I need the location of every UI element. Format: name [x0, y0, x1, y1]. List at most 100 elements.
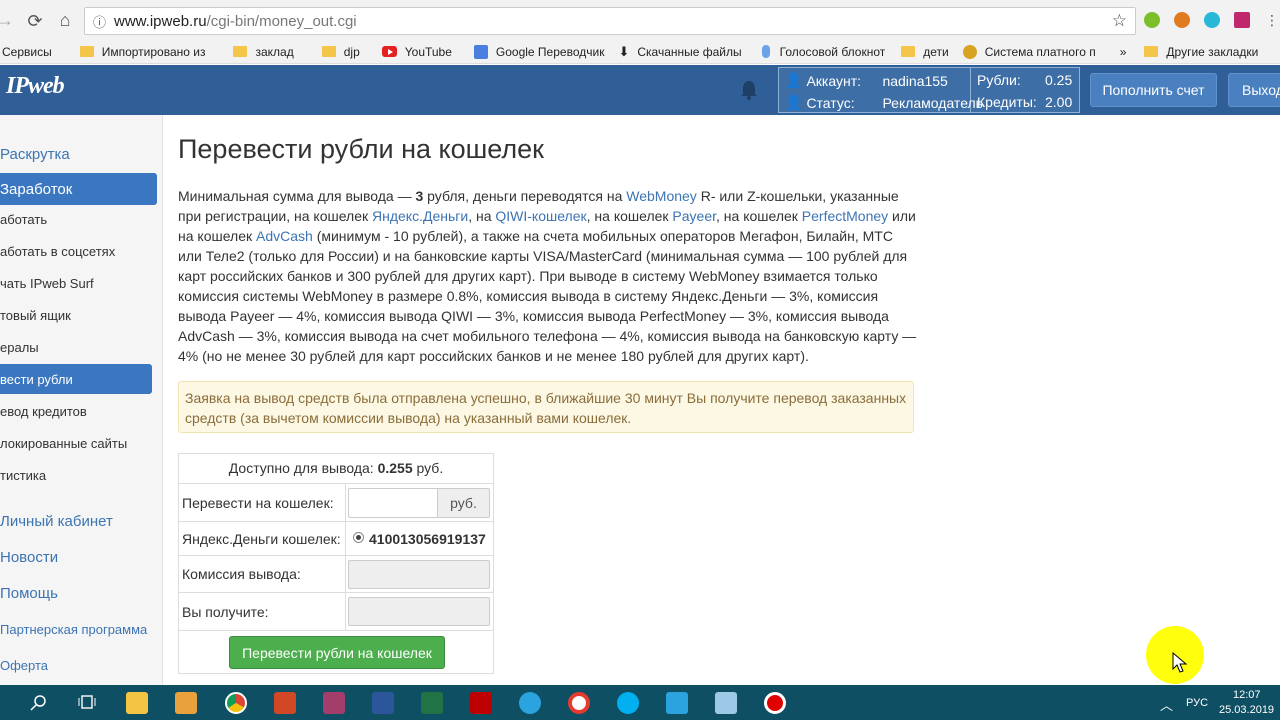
chrome-icon[interactable]	[225, 692, 247, 714]
tray-chevron-icon[interactable]: ︿	[1160, 695, 1173, 714]
wallet-row: Яндекс.Деньги кошелек: 410013056919137	[179, 522, 493, 556]
desc-text: , на кошелек	[586, 208, 673, 224]
desc-text: Минимальная сумма для вывода —	[178, 188, 416, 204]
bookmark-djp[interactable]: djp	[321, 45, 360, 59]
notes-icon[interactable]	[715, 692, 737, 714]
success-alert: Заявка на вывод средств была отправлена …	[178, 381, 914, 433]
sidebar-subitem-blocked-sites[interactable]: локированные сайты	[0, 428, 152, 458]
account-balance-panel: Рубли: 0.25 Кредиты: 2.00	[971, 68, 1079, 112]
wallet-radio[interactable]	[353, 532, 364, 543]
rubles-row: Рубли: 0.25	[977, 72, 1072, 88]
app-icon[interactable]	[666, 692, 688, 714]
credits-row: Кредиты: 2.00	[977, 94, 1072, 110]
language-indicator[interactable]: РУС	[1186, 697, 1208, 709]
perfectmoney-link[interactable]: PerfectMoney	[802, 208, 888, 224]
cell-divider	[345, 593, 346, 630]
yandex-browser-icon[interactable]	[568, 692, 590, 714]
sidebar-subitem-transfer-rubles[interactable]: вести рубли	[0, 364, 152, 394]
sidebar-item-news[interactable]: Новости	[0, 541, 157, 573]
media-player-icon[interactable]	[175, 692, 197, 714]
extension-icon[interactable]	[1144, 12, 1160, 28]
back-icon[interactable]: →	[0, 5, 20, 35]
bookmark-imported[interactable]: Импортировано из	[79, 45, 205, 59]
url-host: www.ipweb.ru	[114, 12, 207, 30]
bookmark-zaklad[interactable]: заклад	[233, 45, 294, 59]
cell-divider	[345, 522, 346, 555]
bell-icon[interactable]	[738, 79, 760, 101]
powerpoint-icon[interactable]	[274, 692, 296, 714]
bookmark-payment-system[interactable]: Система платного п	[962, 44, 1096, 59]
sidebar-item-cabinet[interactable]: Личный кабинет	[0, 505, 157, 537]
yandex-link[interactable]: Яндекс.Деньги	[372, 208, 468, 224]
advcash-link[interactable]: AdvCash	[256, 228, 313, 244]
menu-icon[interactable]: ⋮	[1264, 12, 1280, 28]
sidebar-subitem-transfer-credits[interactable]: евод кредитов	[0, 396, 152, 426]
sidebar-subitem-statistics[interactable]: тистика	[0, 460, 152, 490]
clock-time[interactable]: 12:07	[1233, 689, 1261, 701]
logo-text: IPweb	[6, 73, 65, 99]
submit-transfer-button[interactable]: Перевести рубли на кошелек	[229, 636, 445, 669]
extension-icon[interactable]	[1174, 12, 1190, 28]
bookmark-label: Сервисы	[2, 44, 52, 59]
sidebar-subitem-mailbox[interactable]: товый ящик	[0, 300, 152, 330]
skype-icon[interactable]	[617, 692, 639, 714]
cell-divider	[345, 484, 346, 521]
address-bar[interactable]: ⓘ www.ipweb.ru/cgi-bin/money_out.cgi ☆	[84, 7, 1136, 35]
bookmark-label: дети	[923, 44, 949, 59]
bookmarks-overflow[interactable]: »	[1120, 45, 1127, 59]
sidebar-item-help[interactable]: Помощь	[0, 577, 157, 609]
sidebar-item-earnings[interactable]: Заработок	[0, 173, 157, 205]
bookmark-other[interactable]: Другие закладки	[1144, 45, 1258, 59]
logout-button[interactable]: Выход	[1228, 73, 1280, 107]
youtube-icon	[381, 46, 397, 57]
bookmark-star-icon[interactable]: ☆	[1112, 11, 1127, 31]
amount-input[interactable]	[348, 488, 438, 518]
folder-icon	[233, 46, 248, 57]
winrar-icon[interactable]	[323, 692, 345, 714]
bookmark-downloads[interactable]: ⬇ Скачанные файлы	[618, 44, 741, 60]
qiwi-link[interactable]: QIWI-кошелек	[495, 208, 586, 224]
folder-icon	[1144, 46, 1159, 57]
clock-date[interactable]: 25.03.2019	[1219, 704, 1274, 716]
status-value: Рекламодатель	[882, 94, 983, 111]
extension-icon[interactable]	[1234, 12, 1250, 28]
excel-icon[interactable]	[421, 692, 443, 714]
extension-icon[interactable]	[1204, 12, 1220, 28]
bookmark-translate[interactable]: Google Переводчик	[473, 44, 604, 59]
bookmark-services[interactable]: Сервисы	[2, 45, 52, 59]
account-value[interactable]: nadina155	[882, 73, 947, 89]
payeer-link[interactable]: Payeer	[672, 208, 716, 224]
reload-icon[interactable]: ⟳	[20, 6, 50, 36]
site-logo[interactable]: IPweb	[6, 73, 65, 100]
mouse-pointer-icon	[1172, 652, 1188, 673]
bookmark-deti[interactable]: дети	[901, 44, 949, 59]
topup-button[interactable]: Пополнить счет	[1090, 73, 1217, 107]
task-view-icon[interactable]	[78, 694, 96, 712]
sidebar-subitem-earn[interactable]: аботать	[0, 204, 152, 234]
desc-text: , на кошелек	[716, 208, 802, 224]
word-icon[interactable]	[372, 692, 394, 714]
sidebar-subitem-download-surf[interactable]: чать IPweb Surf	[0, 268, 152, 298]
filezilla-icon[interactable]	[470, 692, 492, 714]
account-label: Аккаунт:	[806, 72, 861, 89]
home-icon[interactable]: ⌂	[50, 5, 80, 35]
sidebar-subitem-referrals[interactable]: ералы	[0, 332, 152, 362]
file-explorer-icon[interactable]	[126, 692, 148, 714]
sidebar-item-promotion[interactable]: Раскрутка	[0, 138, 157, 170]
sidebar-item-offer[interactable]: Оферта	[0, 649, 157, 681]
sidebar-item-partner[interactable]: Партнерская программа	[0, 613, 157, 645]
search-icon[interactable]	[30, 694, 48, 712]
webmoney-link[interactable]: WebMoney	[626, 188, 697, 204]
available-value: 0.255	[377, 460, 413, 476]
sidebar-subitem-earn-social[interactable]: аботать в соцсетях	[0, 236, 152, 266]
record-icon[interactable]	[764, 692, 786, 714]
desc-text: рубля, деньги переводятся на	[423, 188, 627, 204]
telegram-icon[interactable]	[519, 692, 541, 714]
bookmark-label: Голосовой блокнот	[779, 44, 886, 59]
bookmark-label: YouTube	[404, 44, 452, 59]
credits-label: Кредиты:	[977, 94, 1037, 110]
rubles-value: 0.25	[1045, 72, 1073, 88]
desc-text: , на	[468, 208, 496, 224]
bookmark-youtube[interactable]: YouTube	[381, 44, 452, 59]
bookmark-voice-notepad[interactable]: Голосовой блокнот	[761, 44, 886, 59]
